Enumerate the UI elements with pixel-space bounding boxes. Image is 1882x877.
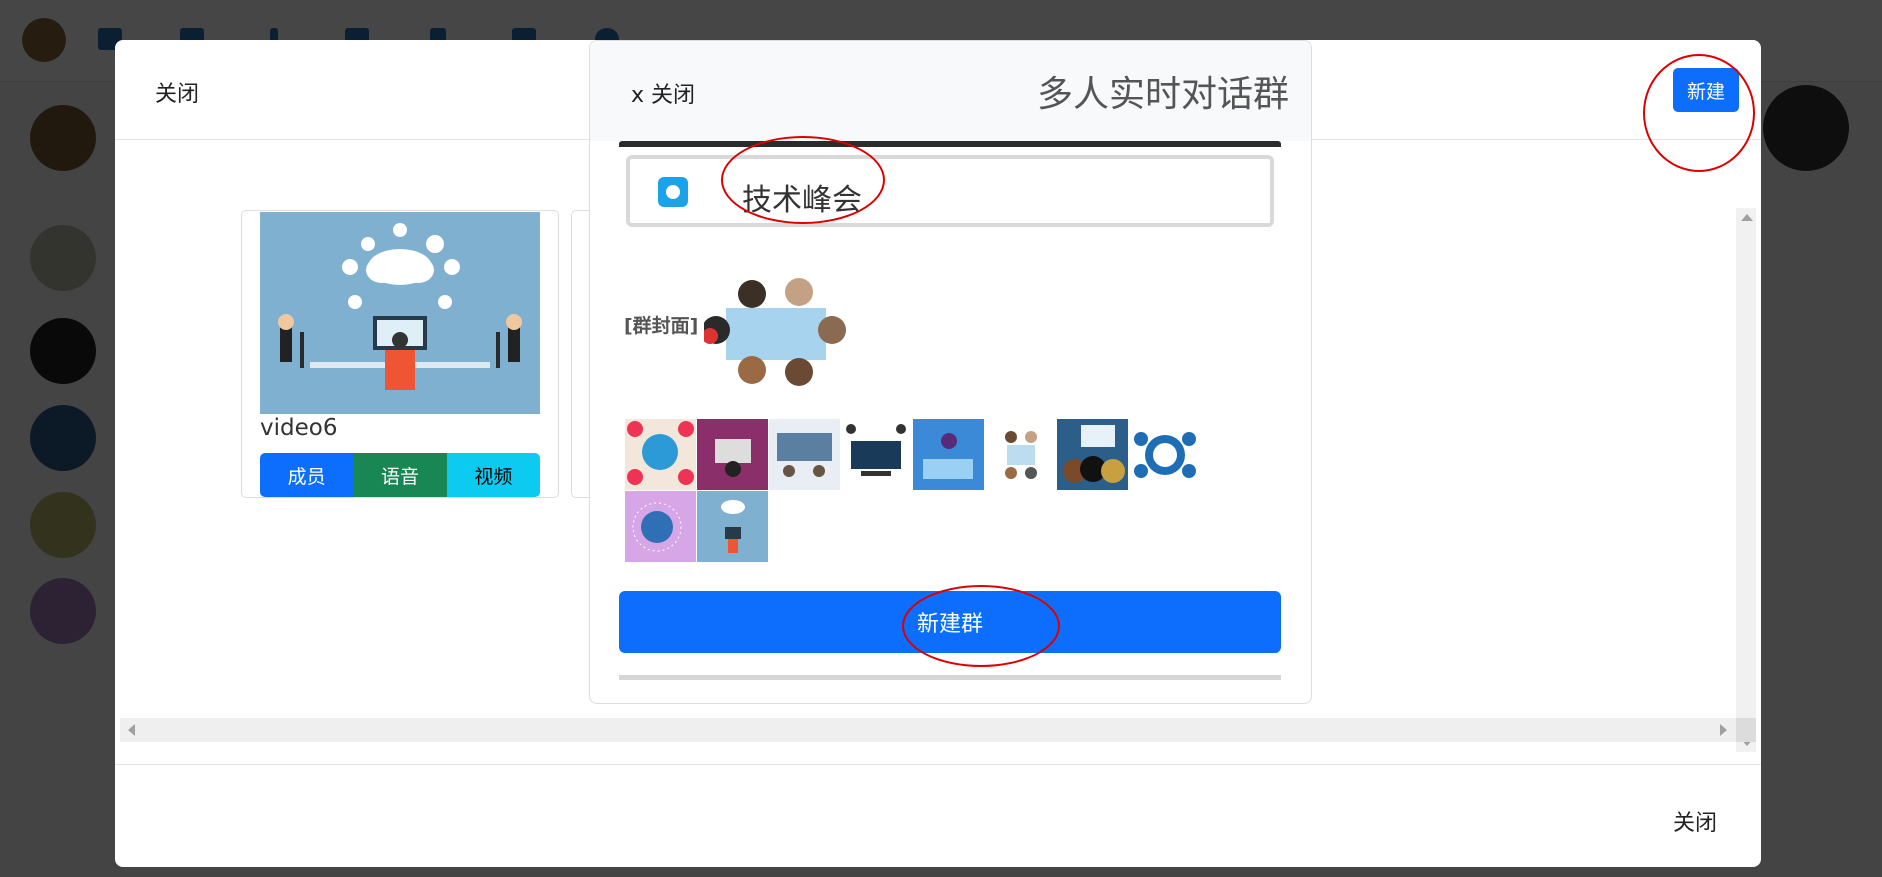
cover-thumbnail[interactable] [625, 491, 696, 562]
scrollbar-corner [1736, 718, 1756, 742]
video-title: video6 [260, 415, 338, 441]
scroll-left-icon[interactable] [128, 724, 135, 736]
group-icon [658, 177, 688, 207]
close-button[interactable]: 关闭 [155, 76, 199, 108]
modal-footer: 关闭 [115, 764, 1761, 867]
inner-modal-header: x 关闭 多人实时对话群 [590, 41, 1311, 141]
horizontal-scrollbar[interactable] [120, 718, 1756, 742]
cover-thumbnail[interactable] [697, 491, 768, 562]
create-group-modal: x 关闭 多人实时对话群 技术峰会 [群封面] 新建群 [589, 40, 1312, 704]
inner-modal-body: 技术峰会 [群封面] 新建群 [619, 141, 1281, 703]
video-card: video6 成员 语音 视频 [241, 210, 559, 498]
inner-close-button[interactable]: x 关闭 [631, 77, 695, 109]
cover-thumbnail[interactable] [1057, 419, 1128, 490]
scroll-up-icon[interactable] [1741, 214, 1753, 221]
divider [619, 141, 1281, 147]
group-cover-image[interactable] [704, 266, 854, 396]
vertical-scrollbar[interactable] [1736, 208, 1756, 752]
scroll-right-icon[interactable] [1720, 724, 1727, 736]
video-button[interactable]: 视频 [446, 453, 540, 497]
group-name-input[interactable]: 技术峰会 [626, 155, 1274, 227]
cover-label: [群封面] [624, 315, 699, 337]
cover-thumbnail[interactable] [769, 419, 840, 490]
group-name-value: 技术峰会 [742, 183, 862, 218]
cover-thumbnail[interactable] [985, 419, 1056, 490]
card-actions: 成员 语音 视频 [260, 453, 540, 497]
new-button[interactable]: 新建 [1673, 68, 1739, 112]
create-group-button[interactable]: 新建群 [619, 591, 1281, 653]
close-button[interactable]: 关闭 [1673, 805, 1717, 837]
voice-button[interactable]: 语音 [353, 453, 447, 497]
cover-thumbnail[interactable] [1129, 419, 1200, 490]
divider [619, 675, 1281, 680]
video-thumbnail [260, 212, 540, 414]
cover-thumbnail[interactable] [913, 419, 984, 490]
cover-thumbnail[interactable] [625, 419, 696, 490]
page-title: 多人实时对话群 [1036, 74, 1289, 115]
members-button[interactable]: 成员 [260, 453, 354, 497]
cover-thumbnail[interactable] [697, 419, 768, 490]
cover-thumbnail[interactable] [841, 419, 912, 490]
